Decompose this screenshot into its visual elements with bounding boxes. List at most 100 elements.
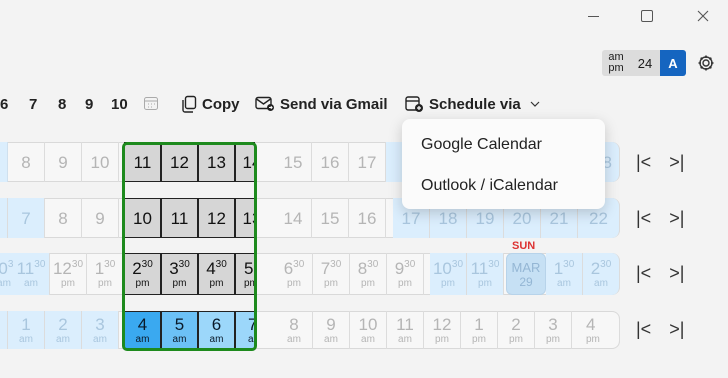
count-option[interactable]: 8 [58,96,66,113]
hour-cell[interactable]: 8 [8,142,45,182]
timezone-row: 1am 2am 3am 4am 5am 6am 7am 8am 9am 10am… [0,311,620,349]
jump-to-end-icon[interactable]: >| [669,208,684,229]
calendar-icon [144,97,158,110]
hour-cell[interactable]: 8 [45,198,82,238]
schedule-via-button[interactable]: Schedule via [405,92,546,116]
hour-cell[interactable]: 11 30 pm [467,253,504,295]
hour-cell-selected[interactable]: 13 [235,198,255,238]
hour-cell-partial[interactable] [0,142,8,182]
copy-label: Copy [202,95,240,113]
timezone-row: 1030am 1130am 1230pm 130pm 230pm 330pm 4… [0,253,620,295]
count-option[interactable]: 7 [29,96,37,113]
row-nav: |< >| [636,152,684,173]
hour-cell[interactable]: 15 [312,198,349,238]
hour-cell[interactable]: 10 30 pm [430,253,467,295]
hour-cell-selected[interactable]: 530pm [235,253,255,295]
hour-cell[interactable]: 10 [82,142,119,182]
maximize-icon [641,10,653,22]
hour-cell[interactable]: 11 30 am [13,253,50,295]
jump-to-start-icon[interactable]: |< [636,263,651,284]
auto-format-toggle[interactable]: A [660,50,686,76]
hour-cell[interactable]: 9 30 pm [387,253,424,295]
hour-cell[interactable]: 1 30 pm [87,253,124,295]
hour-cell[interactable]: 1 am [8,311,45,349]
maximize-button[interactable] [624,0,670,32]
count-option[interactable]: 10 [111,96,128,113]
hour-cell-selected[interactable]: 2 30 pm [124,253,161,295]
ampm-bottom-label: pm [608,62,624,74]
hour-cell[interactable]: 1 pm [461,311,498,349]
outlook-icalendar-option[interactable]: Outlook / iCalendar [421,177,558,195]
hour-cell[interactable]: 9 [45,142,82,182]
hour-cell-selected[interactable]: 5 am [161,311,198,349]
hour-cell[interactable]: 10 am [350,311,387,349]
hour-cell[interactable]: 17 [349,142,386,182]
hour-cell-selected[interactable]: 11 [124,142,161,182]
count-option[interactable]: 9 [85,96,93,113]
day-label: SUN [512,240,536,252]
hour-cell-selected[interactable]: 12 [161,142,198,182]
jump-to-start-icon[interactable]: |< [636,208,651,229]
auto-label: A [668,55,678,71]
google-calendar-option[interactable]: Google Calendar [421,136,542,154]
send-gmail-label: Send via Gmail [280,95,388,113]
hour-cell[interactable]: 16 [349,198,386,238]
count-option[interactable]: 6 [0,96,8,113]
hour-cell[interactable]: 2 pm [498,311,535,349]
jump-to-start-icon[interactable]: |< [636,319,651,340]
minimize-icon [587,15,599,17]
hour-cell[interactable]: 14 [275,198,312,238]
hour-cell-selected[interactable]: 3 30 pm [161,253,198,295]
hour-cell-selected[interactable]: 10 [124,198,161,238]
close-icon [697,10,709,22]
hour-cell[interactable]: 11 am [387,311,424,349]
hour-cell[interactable]: 3 am [82,311,119,349]
minimize-button[interactable] [570,0,616,32]
24h-label: 24 [637,55,653,71]
row-nav: |< >| [636,208,684,229]
hour-cell[interactable]: 7 [8,198,45,238]
hour-cell-partial[interactable] [0,198,8,238]
hour-cell[interactable]: 2 30 am [583,253,620,295]
hour-cell-selected[interactable]: 11 [161,198,198,238]
hour-cell[interactable]: 9 [82,198,119,238]
date-cell[interactable]: MAR 29 [506,253,546,295]
close-button[interactable] [680,0,726,32]
hour-cell[interactable]: 12 pm [424,311,461,349]
hour-cell[interactable]: 2 am [45,311,82,349]
hour-cell-selected[interactable]: 7am [235,311,255,349]
hour-cell[interactable]: 15 [275,142,312,182]
chevron-down-icon [530,101,540,107]
schedule-via-label: Schedule via [429,95,521,113]
hour-cell-partial[interactable] [0,311,8,349]
ampm-toggle[interactable]: am pm [602,50,630,76]
calendar-picker-button[interactable] [143,95,159,116]
copy-button[interactable]: Copy [181,92,240,116]
hour-cell[interactable]: 7 30 pm [313,253,350,295]
hour-cell[interactable]: 6 30 pm [276,253,313,295]
send-gmail-button[interactable]: Send via Gmail [255,92,388,116]
hour-cell-selected[interactable]: 14 [235,142,255,182]
hour-cell-selected[interactable]: 13 [198,142,235,182]
jump-to-start-icon[interactable]: |< [636,152,651,173]
calendar-add-icon [405,96,423,112]
hour-cell[interactable]: 9 am [313,311,350,349]
hour-cell[interactable]: 1 30 am [546,253,583,295]
hour-cell-selected[interactable]: 4 am [124,311,161,349]
jump-to-end-icon[interactable]: >| [669,263,684,284]
hour-cell[interactable]: 12 30 pm [50,253,87,295]
hour-cell[interactable]: 8 30 pm [350,253,387,295]
copy-icon [182,95,197,113]
hour-cell[interactable]: 8 am [276,311,313,349]
row-nav: |< >| [636,319,684,340]
hour-cell[interactable]: 3 pm [535,311,572,349]
hour-cell[interactable]: 16 [312,142,349,182]
jump-to-end-icon[interactable]: >| [669,319,684,340]
hour-cell-selected[interactable]: 6 am [198,311,235,349]
jump-to-end-icon[interactable]: >| [669,152,684,173]
settings-button[interactable] [696,53,716,78]
24h-toggle[interactable]: 24 [630,50,660,76]
hour-cell-selected[interactable]: 12 [198,198,235,238]
hour-cell-selected[interactable]: 4 30 pm [198,253,235,295]
hour-cell[interactable]: 4 pm [572,311,620,349]
